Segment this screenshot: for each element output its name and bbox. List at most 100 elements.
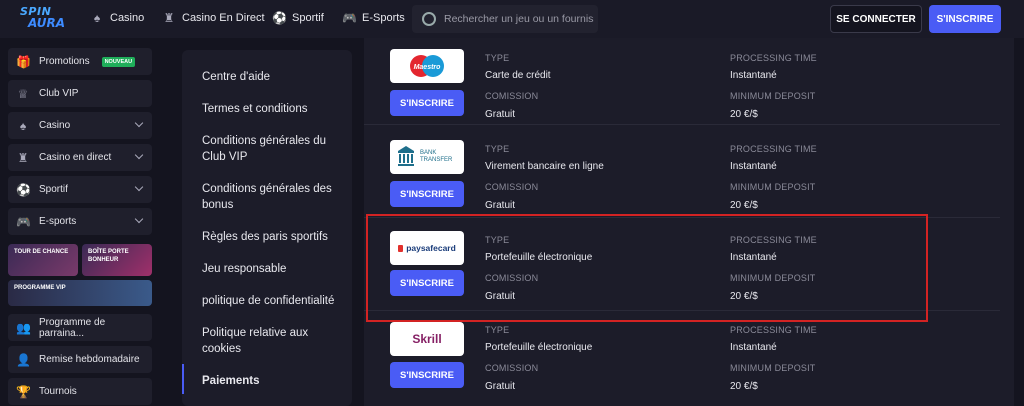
processing-label: PROCESSING TIME	[730, 235, 817, 245]
nav-label: Casino	[110, 12, 145, 24]
help-menu: Centre d'aide Termes et conditions Condi…	[182, 50, 352, 406]
sidebar-item-label: E-sports	[39, 216, 77, 227]
signup-maestro-button[interactable]: S'INSCRIRE	[390, 90, 464, 116]
menu-item-cookies[interactable]: Politique relative aux cookies	[202, 325, 342, 357]
commission-label: COMISSION	[485, 91, 539, 101]
payments-panel: Maestro S'INSCRIRE TYPE Carte de crédit …	[364, 38, 1014, 406]
tile-label: TOUR DE CHANCE	[14, 249, 69, 255]
processing-value: Instantané	[730, 342, 777, 353]
signup-paysafecard-button[interactable]: S'INSCRIRE	[390, 270, 464, 296]
bank-transfer-text: BANK TRANSFER	[420, 150, 453, 163]
sidebar-item-club-vip[interactable]: ♕ Club VIP	[8, 80, 152, 107]
sidebar-item-esports[interactable]: 🎮 E-sports	[8, 208, 152, 235]
menu-item-confidentialite[interactable]: politique de confidentialité	[202, 293, 342, 309]
commission-label: COMISSION	[485, 182, 539, 192]
active-indicator	[182, 364, 184, 394]
sidebar-item-label: Casino	[39, 120, 71, 131]
min-deposit-label: MINIMUM DEPOSIT	[730, 273, 816, 283]
cashback-icon: 👤	[16, 352, 31, 367]
logo-text-bottom: AURA	[28, 16, 66, 30]
nav-casino-en-direct[interactable]: ♜ Casino En Direct	[162, 11, 265, 25]
processing-label: PROCESSING TIME	[730, 325, 817, 335]
menu-item-centre-aide[interactable]: Centre d'aide	[202, 69, 342, 85]
nav-esports[interactable]: 🎮 E-Sports	[342, 11, 405, 25]
payment-row: Skrill S'INSCRIRE TYPE Portefeuille élec…	[364, 312, 1000, 406]
top-header: SPIN AURA ♠ Casino ♜ Casino En Direct ⚽ …	[0, 0, 1024, 38]
payment-row: paysafecard S'INSCRIRE TYPE Portefeuille…	[364, 219, 1000, 311]
commission-label: COMISSION	[485, 273, 539, 283]
nav-label: Casino En Direct	[182, 12, 265, 24]
tile-label: PROGRAMME VIP	[14, 285, 66, 291]
ball-icon: ⚽	[16, 182, 31, 197]
min-deposit-label: MINIMUM DEPOSIT	[730, 91, 816, 101]
type-value: Portefeuille électronique	[485, 252, 593, 263]
menu-item-paiements[interactable]: Paiements	[202, 373, 342, 389]
spade-icon: ♠	[93, 11, 101, 25]
chevron-down-icon	[134, 150, 144, 160]
tour-de-chance-tile[interactable]: TOUR DE CHANCE	[8, 244, 78, 276]
sidebar-item-label: Remise hebdomadaire	[39, 354, 140, 365]
chevron-down-icon	[134, 214, 144, 224]
menu-item-paris-sportifs[interactable]: Règles des paris sportifs	[202, 229, 342, 245]
commission-value: Gratuit	[485, 291, 516, 302]
min-deposit-label: MINIMUM DEPOSIT	[730, 363, 816, 373]
gift-icon: 🎁	[16, 54, 31, 69]
sidebar-item-tournois[interactable]: 🏆 Tournois	[8, 378, 152, 405]
menu-item-bonus-conditions[interactable]: Conditions générales des bonus	[202, 181, 342, 213]
type-value: Virement bancaire en ligne	[485, 161, 604, 172]
svg-text:Maestro: Maestro	[414, 64, 442, 71]
sidebar-item-label: Tournois	[39, 386, 77, 397]
chevron-down-icon	[134, 118, 144, 128]
left-sidebar: 🎁 Promotions NOUVEAU ♕ Club VIP ♠ Casino…	[0, 38, 160, 406]
boite-porte-bonheur-tile[interactable]: BOÎTE PORTE BONHEUR	[82, 244, 152, 276]
menu-item-jeu-responsable[interactable]: Jeu responsable	[202, 261, 342, 277]
menu-item-termes[interactable]: Termes et conditions	[202, 101, 342, 117]
sidebar-item-label: Promotions	[39, 56, 90, 67]
new-badge: NOUVEAU	[101, 56, 136, 67]
signup-bank-transfer-button[interactable]: S'INSCRIRE	[390, 181, 464, 207]
commission-value: Gratuit	[485, 109, 516, 120]
lock-icon	[398, 244, 404, 252]
type-value: Portefeuille électronique	[485, 342, 593, 353]
login-button[interactable]: SE CONNECTER	[830, 5, 922, 33]
sidebar-item-label: Casino en direct	[39, 152, 112, 163]
signup-button[interactable]: S'INSCRIRE	[929, 5, 1001, 33]
sidebar-item-casino-en-direct[interactable]: ♜ Casino en direct	[8, 144, 152, 171]
processing-label: PROCESSING TIME	[730, 144, 817, 154]
sidebar-item-label: Programme de parraina...	[39, 316, 106, 339]
bank-transfer-logo: BANK TRANSFER	[390, 140, 464, 174]
sidebar-item-casino[interactable]: ♠ Casino	[8, 112, 152, 139]
min-deposit-label: MINIMUM DEPOSIT	[730, 182, 816, 192]
skrill-logo: Skrill	[390, 322, 464, 356]
nav-label: E-Sports	[362, 12, 405, 24]
processing-value: Instantané	[730, 70, 777, 81]
search-icon	[422, 12, 436, 26]
nav-sportif[interactable]: ⚽ Sportif	[272, 11, 324, 25]
commission-value: Gratuit	[485, 381, 516, 392]
maestro-icon: Maestro	[410, 55, 444, 77]
ball-icon: ⚽	[272, 11, 287, 25]
commission-value: Gratuit	[485, 200, 516, 211]
sidebar-item-label: Sportif	[39, 184, 68, 195]
sidebar-item-label: Club VIP	[39, 88, 79, 99]
type-label: TYPE	[485, 144, 510, 154]
search-box[interactable]	[412, 5, 598, 33]
search-input[interactable]	[444, 13, 594, 25]
signup-skrill-button[interactable]: S'INSCRIRE	[390, 362, 464, 388]
sidebar-item-promotions[interactable]: 🎁 Promotions NOUVEAU	[8, 48, 152, 75]
type-label: TYPE	[485, 235, 510, 245]
paysafecard-logo: paysafecard	[390, 231, 464, 265]
min-deposit-value: 20 €/$	[730, 291, 758, 302]
sidebar-item-remise[interactable]: 👤 Remise hebdomadaire	[8, 346, 152, 373]
processing-label: PROCESSING TIME	[730, 53, 817, 63]
programme-vip-tile[interactable]: PROGRAMME VIP	[8, 280, 152, 306]
maestro-logo: Maestro	[390, 49, 464, 83]
nav-casino[interactable]: ♠ Casino	[90, 11, 144, 25]
menu-item-club-vip-conditions[interactable]: Conditions générales du Club VIP	[202, 133, 342, 165]
sidebar-item-sportif[interactable]: ⚽ Sportif	[8, 176, 152, 203]
nav-label: Sportif	[292, 12, 324, 24]
chevron-down-icon	[134, 182, 144, 192]
sidebar-item-parrainage[interactable]: 👥 Programme de parraina...	[8, 314, 152, 341]
tile-label: BOÎTE PORTE BONHEUR	[88, 249, 129, 263]
site-logo[interactable]: SPIN AURA	[20, 6, 66, 32]
